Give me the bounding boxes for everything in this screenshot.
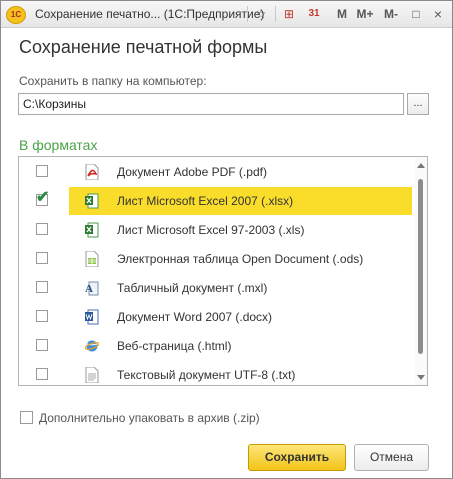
memory-m-button[interactable]: M [335,5,349,23]
save-print-form-window: 1С Сохранение печатно... (1С:Предприятие… [0,0,453,479]
format-row-xls[interactable]: Лист Microsoft Excel 97-2003 (.xls) [19,215,413,245]
pdf-icon [85,164,99,180]
browse-button[interactable]: ... [407,93,429,115]
formats-heading: В форматах [19,137,98,153]
folder-label: Сохранить в папку на компьютер: [19,74,207,88]
memory-minus-button[interactable]: M- [381,5,401,23]
formats-list: Документ Adobe PDF (.pdf) ✔ Лист Microso… [18,156,428,386]
format-checkbox[interactable] [36,339,48,351]
memory-plus-button[interactable]: M+ [354,5,376,23]
format-label: Лист Microsoft Excel 97-2003 (.xls) [117,223,305,237]
window-title: Сохранение печатно... (1С:Предприятие) [35,7,265,21]
format-checkbox[interactable] [36,310,48,322]
format-checkbox[interactable] [36,165,48,177]
zip-archive-label: Дополнительно упаковать в архив (.zip) [39,411,260,425]
format-label: Документ Adobe PDF (.pdf) [117,165,267,179]
word-icon [85,309,99,325]
format-checkbox[interactable] [36,223,48,235]
zip-archive-checkbox[interactable] [20,411,33,424]
scroll-thumb[interactable] [418,179,423,354]
cancel-button[interactable]: Отмена [354,444,429,471]
format-checkbox[interactable]: ✔ [36,189,49,206]
format-row-pdf[interactable]: Документ Adobe PDF (.pdf) [19,157,413,187]
format-label: Табличный документ (.mxl) [117,281,268,295]
excel-icon [85,222,99,238]
format-checkbox[interactable] [36,252,48,264]
format-checkbox[interactable] [36,368,48,380]
dialog-title: Сохранение печатной формы [19,37,268,57]
favorites-star-icon[interactable]: ☆ [253,5,269,23]
format-row-docx[interactable]: Документ Word 2007 (.docx) [19,302,413,332]
format-row-txt[interactable]: Текстовый документ UTF-8 (.txt) [19,360,413,385]
checkmark-icon: ✔ [36,189,50,206]
mxl-icon: A [85,281,99,296]
format-row-xlsx[interactable]: ✔ Лист Microsoft Excel 2007 (.xlsx) [19,186,413,216]
title-bar: 1С Сохранение печатно... (1С:Предприятие… [1,1,452,28]
toolbar-divider [247,6,248,22]
html-icon [85,340,99,352]
list-scrollbar[interactable] [415,157,427,385]
format-label: Текстовый документ UTF-8 (.txt) [117,368,296,382]
txt-icon [85,367,99,383]
format-checkbox[interactable] [36,281,48,293]
format-row-ods[interactable]: Электронная таблица Open Document (.ods) [19,244,413,274]
excel-icon [85,193,99,209]
format-label: Электронная таблица Open Document (.ods) [117,252,364,266]
toolbar-divider [275,6,276,22]
scroll-up-icon[interactable] [417,163,425,168]
ods-icon [85,251,99,267]
svg-text:A: A [85,283,93,295]
format-row-mxl[interactable]: A Табличный документ (.mxl) [19,273,413,303]
calculator-icon[interactable]: ⊞ [281,5,297,23]
save-button[interactable]: Сохранить [248,444,346,471]
maximize-icon[interactable]: □ [409,5,423,23]
format-label: Документ Word 2007 (.docx) [117,310,273,324]
format-label: Веб-страница (.html) [117,339,232,353]
calendar-icon[interactable]: 31 [305,5,323,23]
app-logo-icon: 1С [6,6,26,24]
format-label: Лист Microsoft Excel 2007 (.xlsx) [117,194,294,208]
scroll-down-icon[interactable] [417,375,425,380]
format-row-html[interactable]: Веб-страница (.html) [19,331,413,361]
folder-path-input[interactable] [18,93,404,115]
close-icon[interactable]: × [431,5,445,23]
